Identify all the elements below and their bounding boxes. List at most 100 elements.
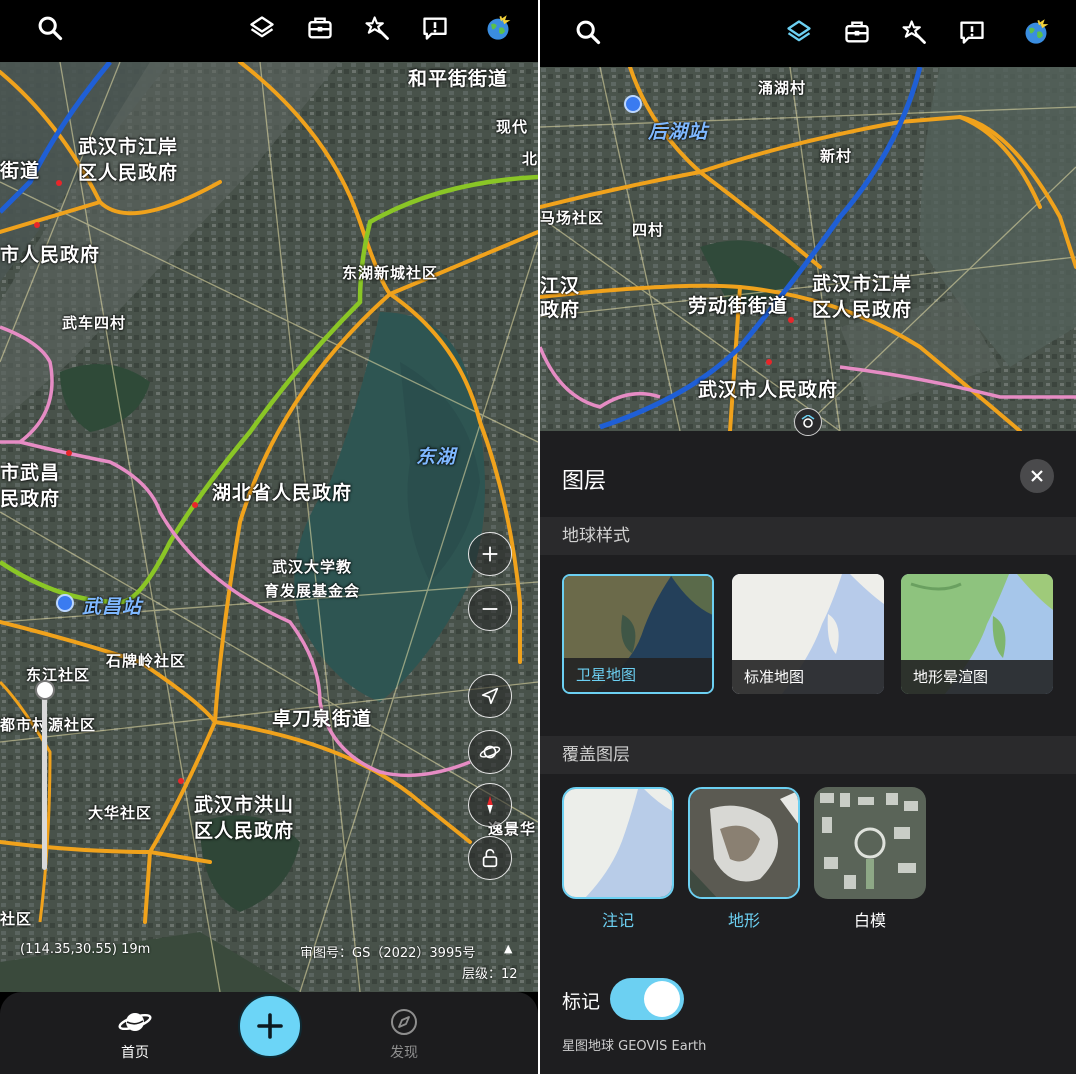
- overlay-label: 白模: [853, 911, 886, 930]
- map-label: 政府: [540, 299, 581, 321]
- satellite-map[interactable]: 涌湖村 后湖站 新村 马场社区 四村 江汉 政府 劳动街街道 武汉市江岸 区人民…: [540, 67, 1076, 431]
- map-label: 北: [522, 150, 538, 168]
- layers-screen: 涌湖村 后湖站 新村 马场社区 四村 江汉 政府 劳动街街道 武汉市江岸 区人民…: [540, 0, 1076, 1074]
- map-label: 民政府: [0, 488, 61, 510]
- poi-marker[interactable]: [56, 180, 62, 186]
- map-label: 和平街街道: [408, 68, 509, 90]
- map-label: 武汉市江岸: [78, 136, 179, 158]
- search-icon[interactable]: [572, 16, 604, 48]
- overlay-label: 注记: [601, 911, 634, 930]
- nav-discover-label: 发现: [390, 1045, 418, 1061]
- map-label: 社区: [0, 910, 33, 928]
- style-option-standard[interactable]: 标准地图: [732, 574, 884, 694]
- nav-home-label: 首页: [121, 1045, 149, 1061]
- toggle-knob: [644, 981, 680, 1017]
- toolbox-icon[interactable]: [304, 12, 336, 44]
- zoom-slider-track[interactable]: [42, 690, 47, 870]
- map-label: 武汉市江岸: [812, 273, 913, 295]
- planet-icon[interactable]: [468, 730, 512, 774]
- magic-wand-icon[interactable]: [361, 12, 393, 44]
- main-map-screen: 和平街街道 现代 北 武汉市江岸 区人民政府 街道 市人民政府 东湖新城社区 武…: [0, 0, 538, 1074]
- map-label: 东江社区: [26, 666, 91, 684]
- panel-title: 图层: [562, 469, 607, 494]
- map-label: 区人民政府: [194, 820, 295, 842]
- overlay-option-white-model[interactable]: [814, 787, 926, 899]
- map-label: 武昌站: [82, 596, 143, 618]
- poi-marker[interactable]: [34, 222, 40, 228]
- style-option-label: 标准地图: [732, 660, 884, 694]
- compass-icon[interactable]: [468, 783, 512, 827]
- navigate-icon[interactable]: [468, 674, 512, 718]
- zoom-out-icon[interactable]: [468, 587, 512, 631]
- magic-wand-icon[interactable]: [898, 16, 930, 48]
- metro-station-icon[interactable]: [624, 95, 642, 113]
- style-option-label: 卫星地图: [564, 658, 712, 692]
- map-label: 马场社区: [540, 209, 605, 227]
- zoom-in-icon[interactable]: [468, 532, 512, 576]
- poi-marker[interactable]: [178, 778, 184, 784]
- top-toolbar: [540, 0, 1076, 67]
- map-label: 育发展基金会: [264, 582, 361, 600]
- close-button[interactable]: [1020, 459, 1054, 493]
- discover-compass-icon: [364, 1006, 444, 1038]
- add-button[interactable]: [238, 994, 302, 1058]
- map-label: 武汉市人民政府: [698, 379, 839, 401]
- map-label: 武汉大学教: [272, 558, 353, 576]
- map-label: 四村: [632, 221, 665, 239]
- feedback-icon[interactable]: [956, 16, 988, 48]
- map-label: 新村: [820, 147, 853, 165]
- brand-text: 星图地球 GEOVIS Earth: [562, 1039, 707, 1054]
- poi-marker[interactable]: [788, 317, 794, 323]
- globe-style-header: 地球样式: [540, 517, 1076, 555]
- marker-toggle[interactable]: [610, 978, 684, 1020]
- layers-panel: 图层 地球样式 卫星地图 标准地图 地形晕渲图 覆盖图层 注记 地形 白模 标记…: [540, 431, 1076, 1074]
- globe-avatar-icon[interactable]: [482, 12, 514, 44]
- map-label: 江汉: [540, 275, 581, 297]
- map-label: 区人民政府: [812, 299, 913, 321]
- coordinate-readout: (114.35,30.55) 19m: [20, 942, 151, 957]
- map-label: 市人民政府: [0, 244, 101, 266]
- style-option-label: 地形晕渲图: [901, 660, 1053, 694]
- lock-icon[interactable]: [468, 836, 512, 880]
- satellite-map[interactable]: 和平街街道 现代 北 武汉市江岸 区人民政府 街道 市人民政府 东湖新城社区 武…: [0, 62, 538, 992]
- map-label: 街道: [0, 160, 41, 182]
- poi-marker[interactable]: [192, 502, 198, 508]
- style-option-terrain[interactable]: 地形晕渲图: [901, 574, 1053, 694]
- poi-marker[interactable]: [766, 359, 772, 365]
- map-label: 东湖: [416, 446, 457, 468]
- zoom-slider-handle[interactable]: [35, 680, 55, 700]
- close-icon: [1031, 470, 1043, 482]
- panel-collapse-handle[interactable]: [794, 408, 822, 436]
- nav-discover[interactable]: 发现: [364, 1006, 444, 1062]
- layers-icon[interactable]: [246, 12, 278, 44]
- map-label: 石牌岭社区: [106, 652, 187, 670]
- map-label: 后湖站: [648, 121, 709, 143]
- overlay-label: 地形: [727, 911, 760, 930]
- top-toolbar: [0, 0, 538, 62]
- map-label: 区人民政府: [78, 162, 179, 184]
- overlay-header: 覆盖图层: [540, 736, 1076, 774]
- search-icon[interactable]: [34, 12, 66, 44]
- overlay-option-terrain[interactable]: [688, 787, 800, 899]
- layers-icon[interactable]: [783, 16, 815, 48]
- toolbox-icon[interactable]: [841, 16, 873, 48]
- overlay-option-annotation[interactable]: [562, 787, 674, 899]
- marker-toggle-label: 标记: [562, 991, 601, 1013]
- metro-station-icon[interactable]: [56, 594, 74, 612]
- map-label: 卓刀泉街道: [272, 708, 373, 730]
- map-label: 大华社区: [88, 804, 153, 822]
- add-icon: [257, 1013, 283, 1039]
- map-label: 武车四村: [62, 314, 127, 332]
- expand-caret-icon[interactable]: ▲: [504, 942, 512, 955]
- map-label: 武汉市洪山: [194, 794, 295, 816]
- style-option-satellite[interactable]: 卫星地图: [562, 574, 714, 694]
- map-label: 现代: [496, 118, 529, 136]
- home-planet-icon: [95, 1006, 175, 1038]
- map-label: 都市村源社区: [0, 716, 97, 734]
- nav-home[interactable]: 首页: [95, 1006, 175, 1062]
- poi-marker[interactable]: [66, 450, 72, 456]
- map-approval-number: 审图号：GS（2022）3995号: [300, 946, 476, 961]
- globe-avatar-icon[interactable]: [1020, 16, 1052, 48]
- map-label: 劳动街街道: [688, 295, 789, 317]
- feedback-icon[interactable]: [419, 12, 451, 44]
